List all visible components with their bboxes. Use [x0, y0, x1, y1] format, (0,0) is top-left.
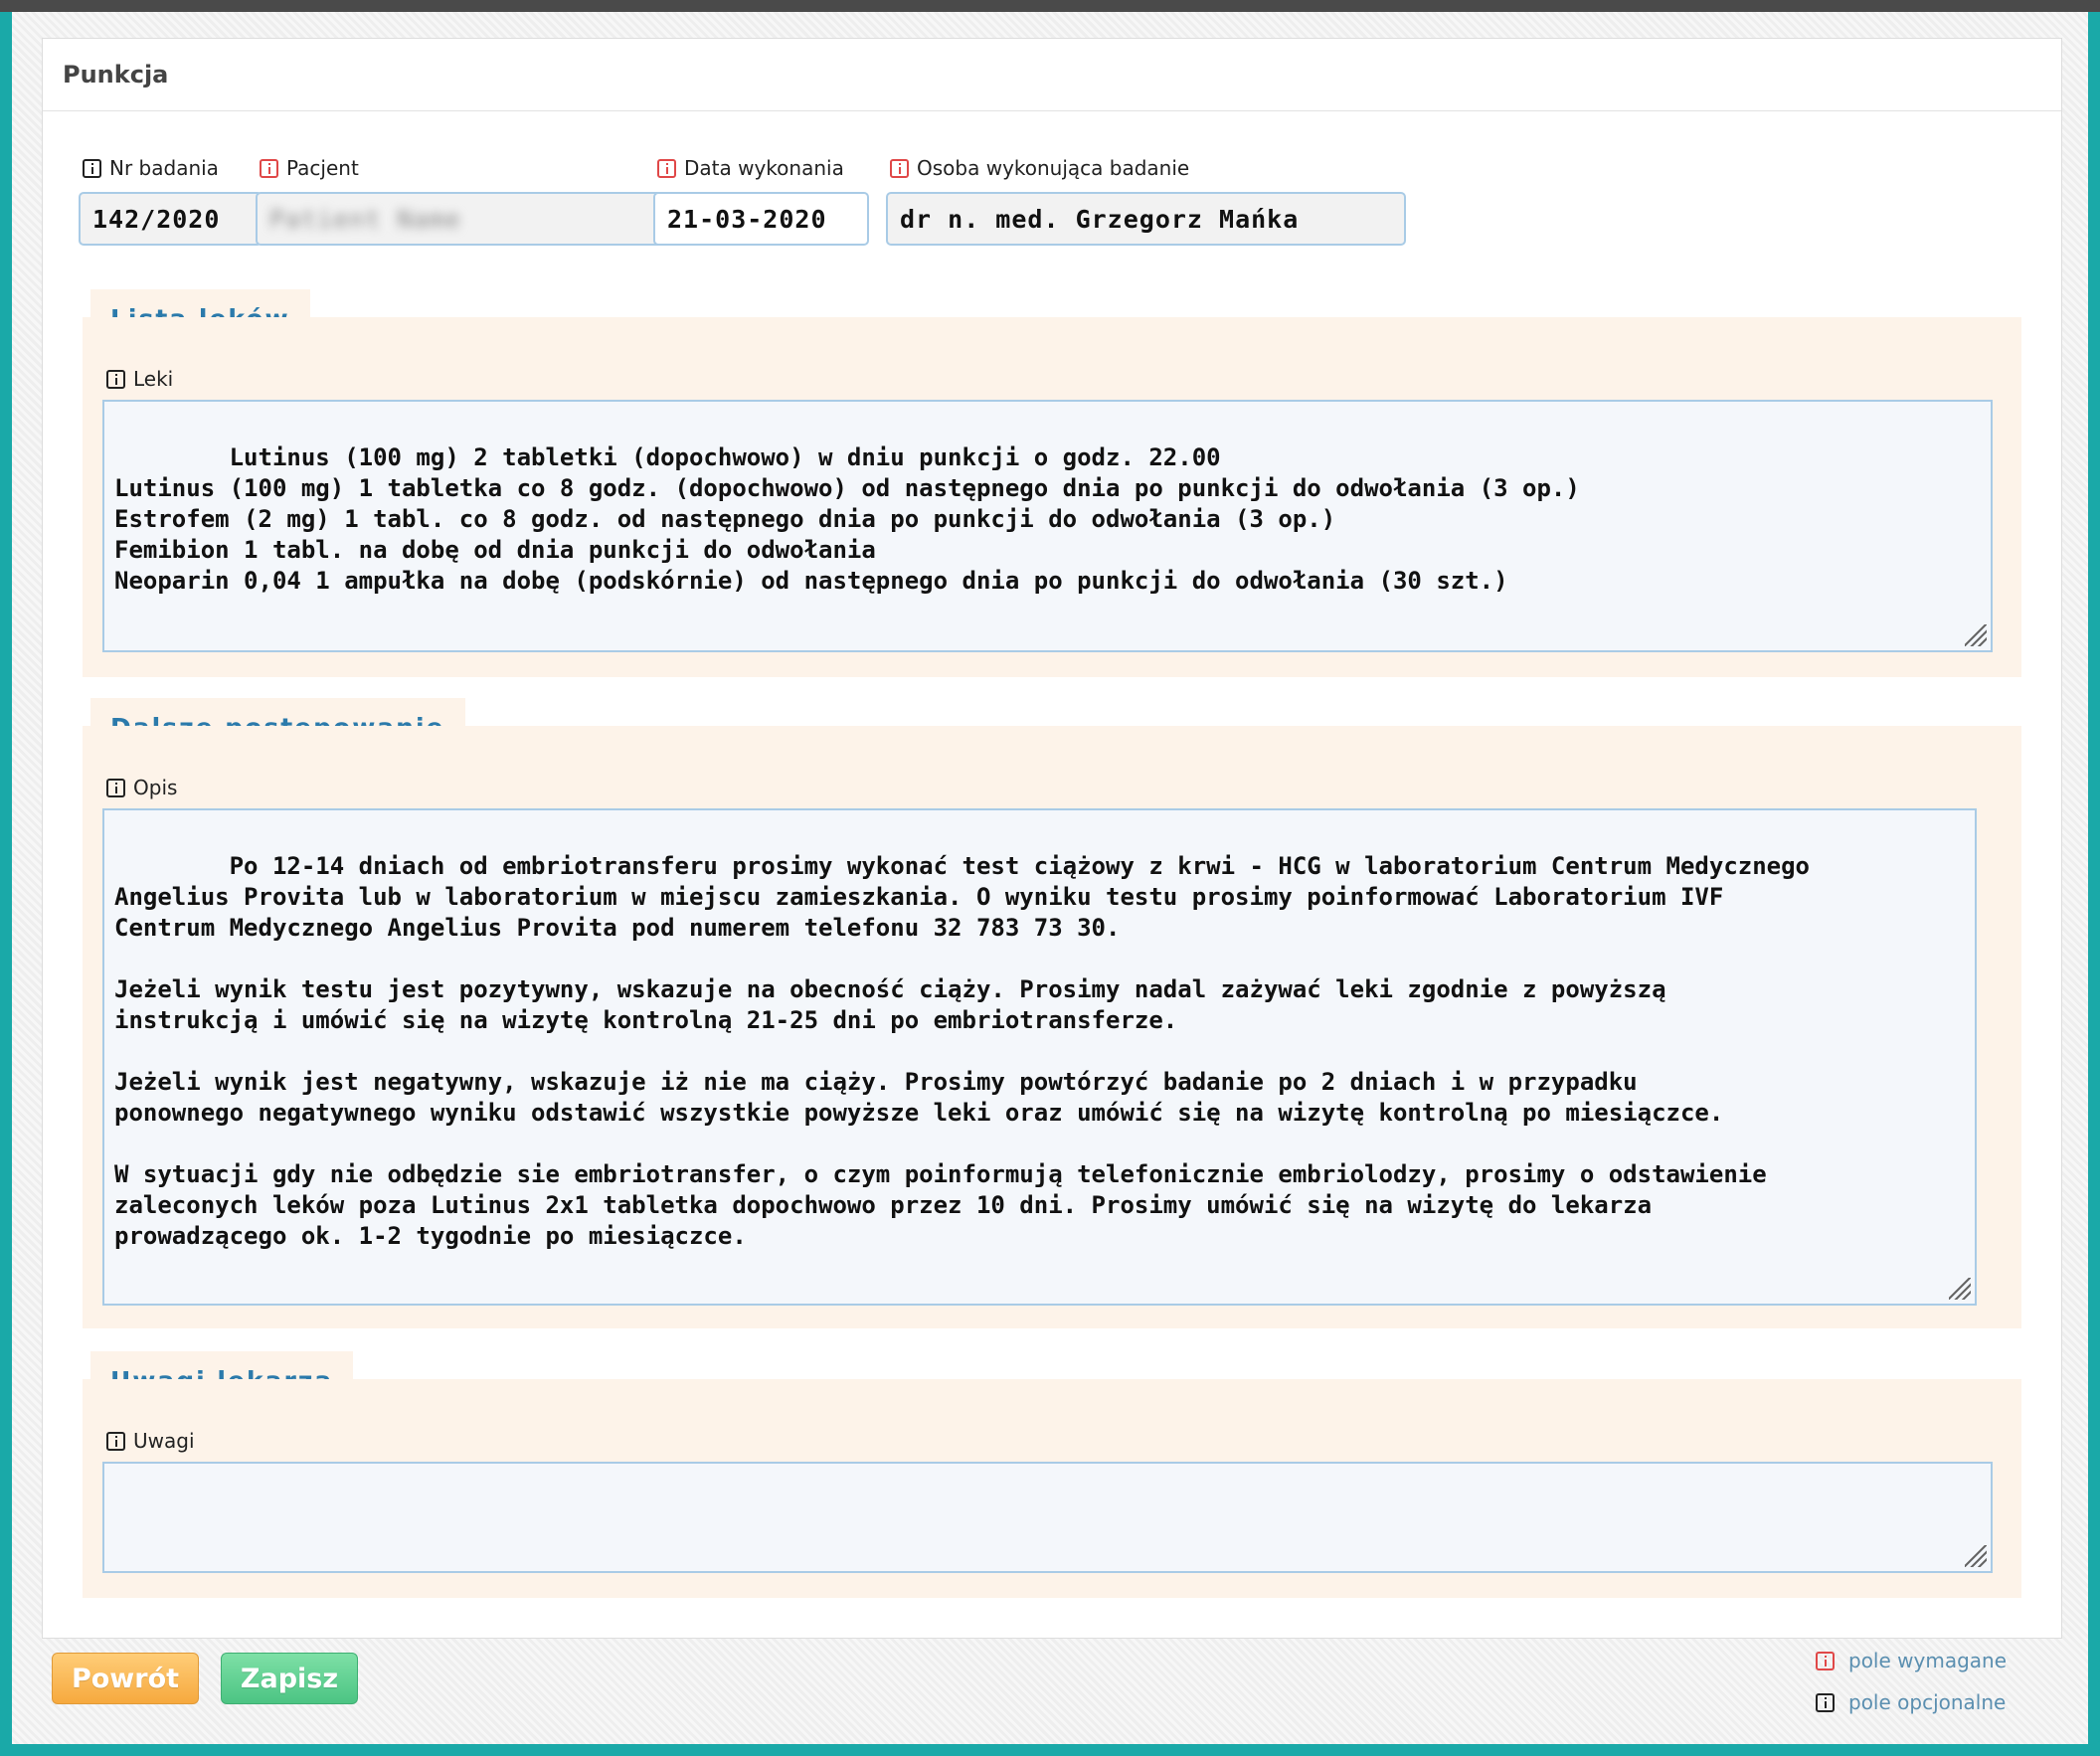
nr-badania-label: Nr badania	[83, 156, 219, 180]
resize-handle[interactable]	[1949, 1278, 1971, 1300]
opis-textarea[interactable]: Po 12-14 dniach od embriotransferu prosi…	[102, 808, 1977, 1306]
info-optional-icon	[1816, 1692, 1835, 1712]
page-frame: Punkcja Nr badania 142/2020 Pacjent Pati…	[12, 12, 2088, 1744]
osoba-field[interactable]: dr n. med. Grzegorz Mańka	[886, 192, 1406, 246]
info-required-icon	[1816, 1651, 1835, 1670]
resize-handle[interactable]	[1965, 624, 1987, 646]
legend-optional: pole opcjonalne	[1816, 1690, 2006, 1714]
info-optional-icon	[106, 369, 125, 389]
section-uwagi: Uwagi	[83, 1379, 2021, 1598]
uwagi-textarea[interactable]	[102, 1462, 1993, 1573]
save-button[interactable]: Zapisz	[221, 1653, 358, 1704]
form-panel: Punkcja Nr badania 142/2020 Pacjent Pati…	[42, 38, 2062, 1639]
info-optional-icon	[106, 778, 125, 797]
info-required-icon	[657, 158, 676, 178]
osoba-label: Osoba wykonująca badanie	[890, 156, 1189, 180]
section-dalsze: Opis Po 12-14 dniach od embriotransferu …	[83, 726, 2021, 1328]
resize-handle[interactable]	[1965, 1545, 1987, 1567]
info-required-icon	[260, 158, 278, 178]
legend-required: pole wymagane	[1816, 1649, 2007, 1672]
leki-label: Leki	[106, 367, 173, 391]
window-top-bar	[0, 0, 2100, 12]
nr-badania-field[interactable]: 142/2020	[79, 192, 262, 246]
info-optional-icon	[106, 1431, 125, 1451]
data-wykonania-label: Data wykonania	[657, 156, 844, 180]
uwagi-label: Uwagi	[106, 1429, 195, 1453]
info-optional-icon	[83, 158, 101, 178]
pacjent-label: Pacjent	[260, 156, 359, 180]
panel-title: Punkcja	[43, 39, 2061, 111]
info-required-icon	[890, 158, 909, 178]
pacjent-value: Patient Name	[269, 204, 461, 234]
back-button[interactable]: Powrót	[52, 1653, 199, 1704]
leki-textarea[interactable]: Lutinus (100 mg) 2 tabletki (dopochwowo)…	[102, 400, 1993, 652]
section-leki: Leki Lutinus (100 mg) 2 tabletki (dopoch…	[83, 317, 2021, 677]
opis-label: Opis	[106, 776, 177, 799]
data-wykonania-field[interactable]: 21-03-2020	[653, 192, 869, 246]
